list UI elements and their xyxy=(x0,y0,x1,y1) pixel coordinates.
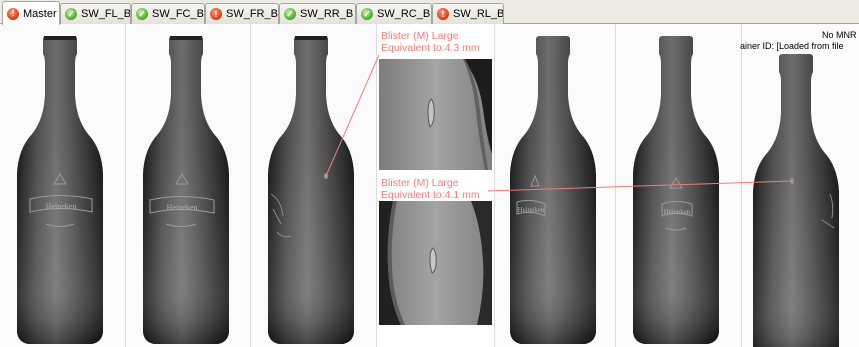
tab-sw-fr-b[interactable]: ! SW_FR_B xyxy=(205,3,279,24)
camera-view-6[interactable] xyxy=(742,24,859,347)
defect-spot xyxy=(790,178,794,184)
tab-sw-rc-b[interactable]: ✓ SW_RC_B xyxy=(356,3,432,24)
pass-status-icon: ✓ xyxy=(136,8,148,20)
bottle-label-text: Heineken xyxy=(518,206,545,214)
tab-label: SW_RR_B xyxy=(300,8,354,20)
container-id-text: ainer ID: [Loaded from file xyxy=(740,41,844,51)
defect-type-label: Blister (M) Large xyxy=(381,30,459,42)
tab-label: SW_FC_B xyxy=(152,8,204,20)
tab-label: SW_RL_B xyxy=(453,8,504,20)
tab-label: SW_RC_B xyxy=(377,8,431,20)
bottle-label-text: Heineken xyxy=(664,208,691,216)
tab-label: Master xyxy=(23,7,57,20)
camera-view-5[interactable]: Heineken xyxy=(616,24,741,347)
tab-sw-rr-b[interactable]: ✓ SW_RR_B xyxy=(279,3,356,24)
pass-status-icon: ✓ xyxy=(65,8,77,20)
fail-status-icon: ! xyxy=(437,8,449,20)
camera-tab-bar: ! Master ✓ SW_FL_B ✓ SW_FC_B ! SW_FR_B ✓… xyxy=(0,0,859,25)
defect-crop-1[interactable] xyxy=(379,59,492,170)
camera-view-2[interactable]: Heineken xyxy=(126,24,250,347)
bottle-image: Heineken xyxy=(17,36,103,344)
bottle-image: Heineken xyxy=(633,36,719,344)
bottle-image: Heineken xyxy=(510,36,596,344)
defect-size-label: Equivalent to:4.3 mm xyxy=(381,42,480,54)
mnr-status-text: No MNR xyxy=(822,30,857,40)
defect-callout-1: Blister (M) Large Equivalent to:4.3 mm xyxy=(381,30,480,54)
defect-spot xyxy=(324,173,328,179)
camera-view-1[interactable]: Heineken xyxy=(0,24,125,347)
camera-view-4[interactable]: Heineken xyxy=(495,24,615,347)
tab-sw-rl-b[interactable]: ! SW_RL_B xyxy=(432,3,504,24)
tab-label: SW_FL_B xyxy=(81,8,131,20)
tab-sw-fc-b[interactable]: ✓ SW_FC_B xyxy=(131,3,205,24)
defect-callout-2: Blister (M) Large Equivalent to:4.1 mm xyxy=(381,177,480,201)
defect-crop-2[interactable] xyxy=(379,201,492,325)
pass-status-icon: ✓ xyxy=(284,8,296,20)
camera-view-3[interactable] xyxy=(251,24,376,347)
tab-label: SW_FR_B xyxy=(226,8,278,20)
tab-sw-fl-b[interactable]: ✓ SW_FL_B xyxy=(60,3,131,24)
bottle-image xyxy=(753,54,839,347)
fail-status-icon: ! xyxy=(210,8,222,20)
tab-master[interactable]: ! Master xyxy=(2,1,60,25)
bottle-image xyxy=(268,36,354,344)
bottle-label-text: Heineken xyxy=(46,202,77,211)
pass-status-icon: ✓ xyxy=(361,8,373,20)
defect-size-label: Equivalent to:4.1 mm xyxy=(381,189,480,201)
defect-type-label: Blister (M) Large xyxy=(381,177,459,189)
inspection-image-area: Heineken Heineken Heineken Heineken No M… xyxy=(0,24,859,347)
bottle-label-text: Heineken xyxy=(167,203,198,212)
fail-status-icon: ! xyxy=(7,7,19,20)
bottle-image: Heineken xyxy=(143,36,229,344)
